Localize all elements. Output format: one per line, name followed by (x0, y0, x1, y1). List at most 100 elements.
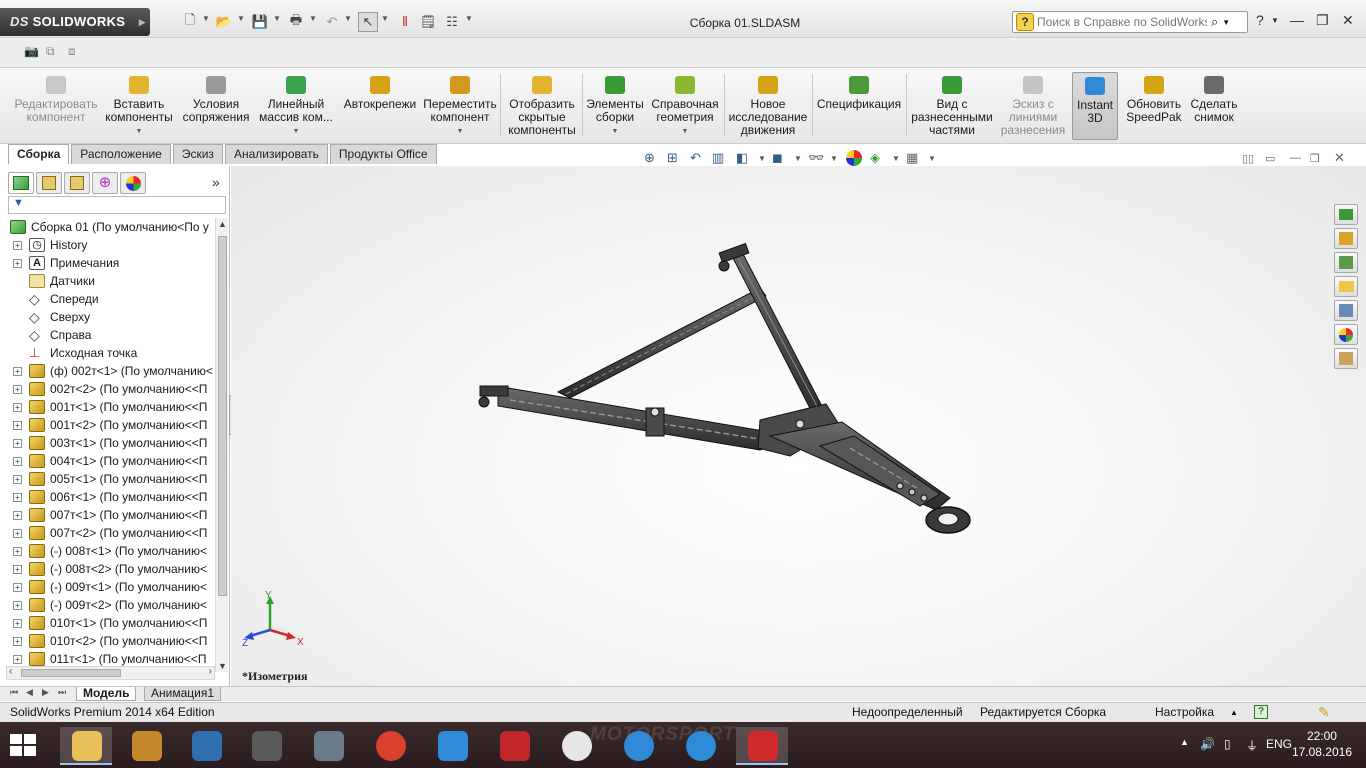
volume-icon[interactable]: 🔊 (1200, 737, 1215, 751)
tree-item[interactable]: +007т<2> (По умолчанию<<П (0, 524, 215, 542)
options-icon[interactable]: ☷ (442, 12, 462, 32)
expand-icon[interactable]: + (13, 601, 22, 610)
zoom-to-fit-icon[interactable]: ⊕ (644, 150, 662, 166)
taskbar-explorer-icon[interactable] (60, 727, 112, 765)
previous-tab-icon[interactable]: ◀ (26, 687, 33, 698)
tree-item[interactable]: + (-) 008т<2> (По умолчанию< (0, 560, 215, 578)
clock[interactable]: 22:00 17.08.2016 (1292, 728, 1352, 760)
property-manager-tab-icon[interactable] (36, 172, 62, 194)
mate-button[interactable]: Условия сопряжения (180, 72, 252, 140)
taskbar-app-3-icon[interactable] (180, 727, 232, 765)
smart-fasteners-button[interactable]: Автокрепежи (340, 72, 420, 140)
chevron-down-icon[interactable]: ▼ (422, 125, 498, 138)
record-icon[interactable]: ⧈ (68, 44, 86, 60)
home-icon[interactable] (1334, 228, 1358, 249)
expand-icon[interactable]: + (13, 493, 22, 502)
expand-icon[interactable]: + (13, 547, 22, 556)
tab-model[interactable]: Модель (76, 687, 137, 701)
tree-item[interactable]: +010т<2> (По умолчанию<<П (0, 632, 215, 650)
tile-vertical-icon[interactable]: ▭ (1265, 152, 1275, 165)
explode-line-sketch-button[interactable]: Эскиз с линиями разнесения (998, 72, 1068, 140)
move-component-button[interactable]: Переместить компонент ▼ (422, 72, 498, 140)
units-dropdown-icon[interactable]: ▲ (1230, 703, 1238, 722)
tree-item[interactable]: +004т<1> (По умолчанию<<П (0, 452, 215, 470)
tree-item[interactable]: +007т<1> (По умолчанию<<П (0, 506, 215, 524)
restore-button[interactable]: ❐ (1316, 12, 1329, 29)
rebuild-icon[interactable]: ⦀ (395, 12, 415, 32)
tree-item[interactable]: +006т<1> (По умолчанию<<П (0, 488, 215, 506)
expand-icon[interactable]: + (13, 619, 22, 628)
close-button[interactable]: ✕ (1342, 12, 1354, 29)
tree-item[interactable]: ◇ Сверху (0, 308, 215, 326)
tree-item[interactable]: +001т<1> (По умолчанию<<П (0, 398, 215, 416)
expand-icon[interactable]: + (13, 421, 22, 430)
minimize-button[interactable]: — (1290, 12, 1304, 28)
tree-item[interactable]: ◇ Спереди (0, 290, 215, 308)
tree-item[interactable]: ⊥ Исходная точка (0, 344, 215, 362)
insert-components-button[interactable]: Вставить компоненты ▼ (102, 72, 176, 140)
save-dropdown-icon[interactable]: ▼ (273, 14, 281, 23)
taskbar-app-4-icon[interactable] (240, 727, 292, 765)
tree-item[interactable]: +005т<1> (По умолчанию<<П (0, 470, 215, 488)
undo-icon[interactable]: ↶ (322, 12, 342, 32)
tab-layout[interactable]: Расположение (71, 144, 171, 164)
viewport-restore-icon[interactable]: ❐ (1310, 152, 1320, 165)
chevron-down-icon[interactable]: ▼ (256, 125, 336, 138)
expand-icon[interactable]: + (13, 439, 22, 448)
previous-view-icon[interactable]: ↶ (690, 150, 708, 166)
section-view-icon[interactable]: ▥ (712, 150, 730, 166)
zoom-to-area-icon[interactable]: ⊞ (667, 150, 685, 166)
taskbar-app-11-icon[interactable] (674, 727, 726, 765)
display-style-icon[interactable]: ◼ (772, 150, 790, 166)
file-properties-icon[interactable]: 🗒 (418, 12, 438, 32)
taskbar-chrome-icon[interactable] (364, 727, 416, 765)
taskbar-app-2-icon[interactable] (120, 727, 172, 765)
tree-item[interactable]: +003т<1> (По умолчанию<<П (0, 434, 215, 452)
scroll-right-icon[interactable]: › (209, 666, 212, 677)
tow-bar-model[interactable] (470, 240, 990, 550)
expand-icon[interactable]: + (13, 655, 22, 664)
chevron-down-icon[interactable]: ▼ (102, 125, 176, 138)
tree-item[interactable]: + (-) 009т<1> (По умолчанию< (0, 578, 215, 596)
exploded-view-button[interactable]: Вид с разнесенными частями (908, 72, 996, 140)
linear-pattern-button[interactable]: Линейный массив ком... ▼ (256, 72, 336, 140)
expand-icon[interactable]: + (13, 385, 22, 394)
chevron-down-icon[interactable]: ▼ (928, 154, 946, 170)
tree-item[interactable]: + ◷ History (0, 236, 215, 254)
last-tab-icon[interactable]: ⏭ (58, 687, 66, 698)
take-snapshot-button[interactable]: Сделать снимок (1188, 72, 1240, 140)
tree-root[interactable]: Сборка 01 (По умолчанию<По у (0, 218, 215, 236)
scroll-thumb[interactable] (21, 669, 121, 677)
help-status-icon[interactable]: ? (1254, 705, 1268, 719)
solidworks-logo[interactable]: DS SOLIDWORKS ▶ (0, 8, 150, 36)
tile-horizontal-icon[interactable]: ▯▯ (1242, 152, 1254, 165)
edit-appearance-icon[interactable] (846, 150, 862, 166)
show-hidden-components-button[interactable]: Отобразить скрытые компоненты (504, 72, 580, 140)
open-dropdown-icon[interactable]: ▼ (237, 14, 245, 23)
tree-item[interactable]: +010т<1> (По умолчанию<<П (0, 614, 215, 632)
expand-icon[interactable]: + (13, 367, 22, 376)
design-library-icon[interactable] (1334, 252, 1358, 273)
tree-item[interactable]: Датчики (0, 272, 215, 290)
edit-component-button[interactable]: Редактировать компонент (12, 72, 100, 140)
taskbar-app-10-icon[interactable] (612, 727, 664, 765)
expand-icon[interactable]: + (13, 565, 22, 574)
expand-icon[interactable]: + (13, 457, 22, 466)
tree-item[interactable]: + (-) 009т<2> (По умолчанию< (0, 596, 215, 614)
tree-item[interactable]: +002т<2> (По умолчанию<<П (0, 380, 215, 398)
tab-assembly[interactable]: Сборка (8, 144, 70, 164)
new-motion-study-button[interactable]: Новое исследование движения (726, 72, 810, 140)
scroll-left-icon[interactable]: ‹ (9, 666, 12, 677)
save-icon[interactable]: 💾 (250, 12, 270, 32)
screen-capture-icon[interactable]: ⧉ (46, 44, 64, 60)
windows-start-icon[interactable] (10, 734, 38, 758)
expand-icon[interactable]: + (13, 583, 22, 592)
undo-dropdown-icon[interactable]: ▼ (344, 14, 352, 23)
view-orientation-icon[interactable]: ◧ (736, 150, 754, 166)
assembly-features-button[interactable]: Элементы сборки ▼ (584, 72, 646, 140)
units-settings[interactable]: Настройка (1155, 703, 1214, 722)
scroll-down-icon[interactable]: ▼ (217, 661, 228, 671)
open-icon[interactable]: 📂 (214, 12, 234, 32)
chevron-down-icon[interactable]: ▼ (584, 125, 646, 138)
expand-icon[interactable]: + (13, 475, 22, 484)
